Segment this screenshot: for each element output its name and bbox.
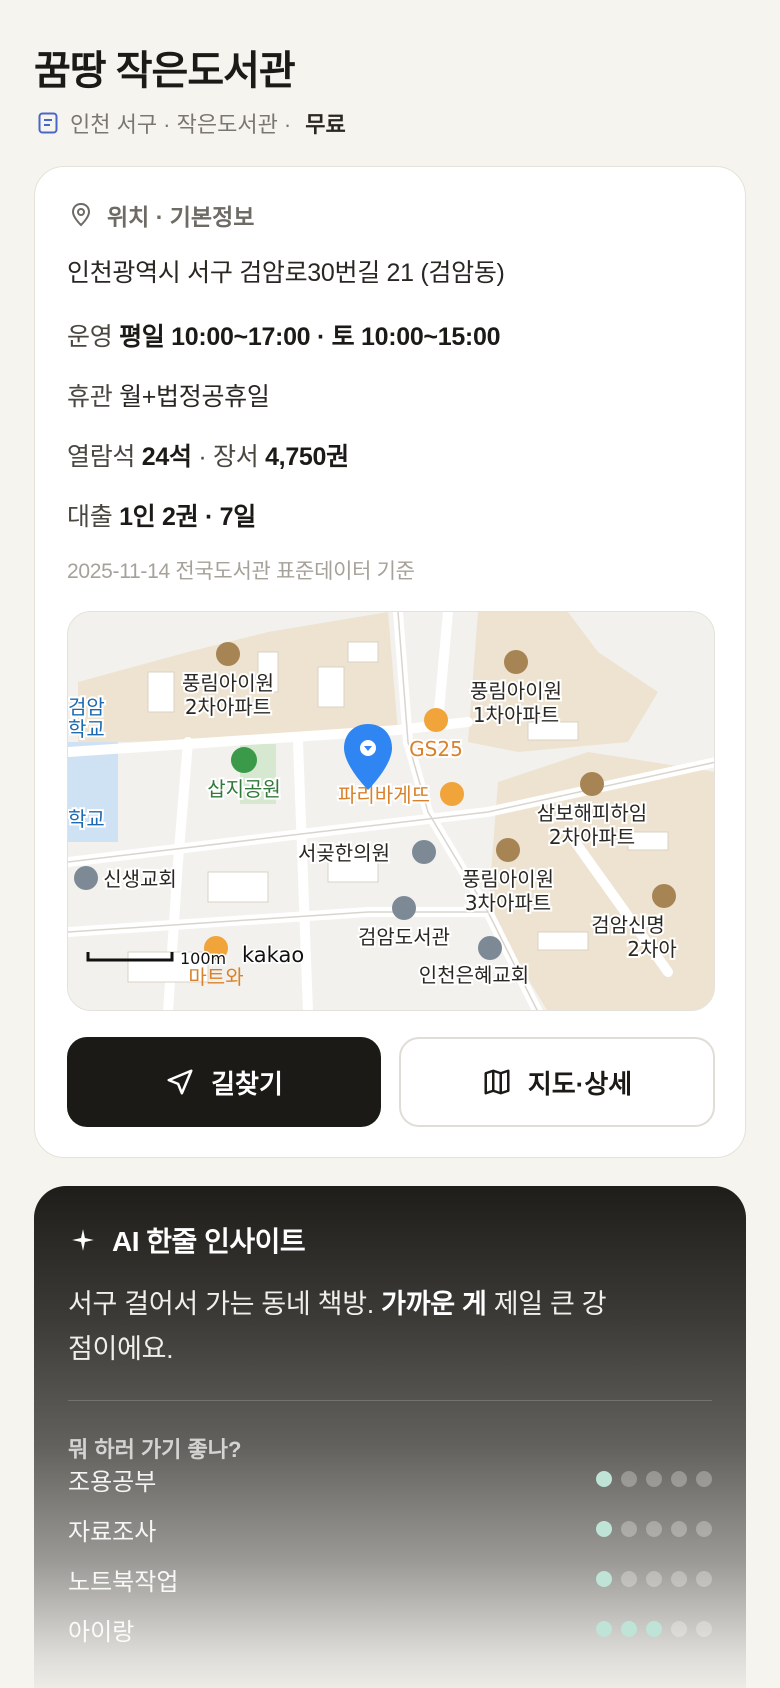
document-icon <box>38 112 58 134</box>
library-meta: 인천 서구 · 작은도서관 · 무료 <box>36 108 346 138</box>
map-detail-button[interactable]: 지도·상세 <box>399 1037 715 1127</box>
activity-name: 자료조사 <box>68 1518 157 1546</box>
data-source-date: 2025-11-14 전국도서관 표준데이터 기준 <box>67 560 415 583</box>
rating-dot-empty <box>696 1621 712 1637</box>
directions-label: 길찾기 <box>211 1068 283 1099</box>
svg-text:3차아파트: 3차아파트 <box>465 891 551 915</box>
loan-row: 대출 1인 2권 · 7일 <box>67 497 256 533</box>
divider <box>68 1400 712 1401</box>
sparkle-icon <box>72 1229 94 1251</box>
page-title: 꿈땅 작은도서관 <box>34 49 296 93</box>
ai-text-pre: 서구 걸어서 가는 동네 책방. <box>68 1289 374 1319</box>
svg-text:kakao: kakao <box>242 943 304 967</box>
rating-dot-empty <box>646 1571 662 1587</box>
rating-dot-filled <box>646 1621 662 1637</box>
map-label-apt1: 풍림아이원 <box>470 679 562 703</box>
activity-name: 노트북작업 <box>68 1568 179 1596</box>
activity-row: 자료조사 <box>68 1514 712 1546</box>
rating-dot-filled <box>596 1521 612 1537</box>
hours-row: 운영 평일 10:00~17:00 · 토 10:00~15:00 <box>67 317 500 353</box>
rating-dot-empty <box>671 1521 687 1537</box>
svg-text:100m: 100m <box>180 949 226 968</box>
svg-text:검암: 검암 <box>68 695 105 719</box>
ai-insight-text: 서구 걸어서 가는 동네 책방. 가까운 게 제일 큰 강점이에요. <box>68 1282 628 1372</box>
rating-dot-empty <box>696 1571 712 1587</box>
loan-label: 대출 <box>67 503 113 531</box>
svg-text:학교: 학교 <box>68 717 105 741</box>
loan-value: 1인 2권 · 7일 <box>119 503 256 531</box>
navigation-arrow-icon <box>167 1069 193 1095</box>
activity-name: 아이랑 <box>68 1618 135 1646</box>
svg-text:학교: 학교 <box>68 807 105 831</box>
svg-text:검암신명: 검암신명 <box>591 913 665 937</box>
fee-badge: 무료 <box>305 112 346 137</box>
hours-saturday: 토 10:00~15:00 <box>331 323 501 351</box>
svg-text:서곶한의원: 서곶한의원 <box>298 841 390 865</box>
rating-dot-empty <box>696 1471 712 1487</box>
closed-value: 월+법정공휴일 <box>119 383 270 411</box>
rating-dots <box>596 1621 712 1637</box>
location-pin-icon <box>71 202 91 227</box>
rating-dot-empty <box>671 1621 687 1637</box>
map-detail-label: 지도·상세 <box>527 1068 633 1099</box>
svg-text:삽지공원: 삽지공원 <box>207 777 281 801</box>
rating-dot-empty <box>646 1521 662 1537</box>
svg-text:2차아파트: 2차아파트 <box>185 695 271 719</box>
map-view[interactable]: 풍림아이원 2차아파트 풍림아이원 1차아파트 삼보해피하임 2차아파트 풍림아… <box>67 611 715 1011</box>
address: 인천광역시 서구 검암로30번길 21 (검암동) <box>67 259 505 287</box>
rating-dot-filled <box>596 1621 612 1637</box>
svg-text:풍림아이원: 풍림아이원 <box>462 867 554 891</box>
svg-text:마트와: 마트와 <box>188 965 243 989</box>
hours-weekday: 평일 10:00~17:00 <box>119 323 311 351</box>
svg-text:1차아파트: 1차아파트 <box>473 703 559 727</box>
svg-text:2차아: 2차아 <box>627 937 677 961</box>
rating-dots <box>596 1521 712 1537</box>
rating-dot-empty <box>671 1571 687 1587</box>
svg-text:삼보해피하임: 삼보해피하임 <box>537 801 647 825</box>
info-card: 위치 · 기본정보 인천광역시 서구 검암로30번길 21 (검암동) 운영 평… <box>34 166 746 1158</box>
svg-text:신생교회: 신생교회 <box>103 867 177 891</box>
rating-dot-empty <box>621 1471 637 1487</box>
activity-row: 조용공부 <box>68 1464 712 1496</box>
rating-dot-empty <box>671 1471 687 1487</box>
svg-text:인천은혜교회: 인천은혜교회 <box>419 963 529 987</box>
svg-text:GS25: GS25 <box>409 737 463 761</box>
section-title: 위치 · 기본정보 <box>107 204 255 230</box>
rating-dots <box>596 1571 712 1587</box>
svg-text:2차아파트: 2차아파트 <box>549 825 635 849</box>
seats-label: 열람석 <box>67 443 136 471</box>
seats-value: 24석 <box>141 443 192 471</box>
directions-button[interactable]: 길찾기 <box>67 1037 381 1127</box>
activity-question: 뭐 하러 가기 좋나? <box>68 1437 242 1462</box>
ai-text-bold: 가까운 게 <box>381 1289 487 1319</box>
rating-dots <box>596 1471 712 1487</box>
closed-row: 휴관 월+법정공휴일 <box>67 377 270 413</box>
closed-label: 휴관 <box>67 383 113 411</box>
rating-dot-filled <box>596 1471 612 1487</box>
books-label: · 장서 <box>198 443 259 471</box>
rating-dot-empty <box>621 1571 637 1587</box>
rating-dot-empty <box>646 1471 662 1487</box>
ai-title: AI 한줄 인사이트 <box>112 1226 306 1257</box>
rating-dot-filled <box>596 1571 612 1587</box>
ai-insight-card: AI 한줄 인사이트 서구 걸어서 가는 동네 책방. 가까운 게 제일 큰 강… <box>34 1186 746 1688</box>
map-label-apt2: 풍림아이원 <box>182 671 274 695</box>
books-value: 4,750권 <box>265 443 349 471</box>
activity-row: 노트북작업 <box>68 1564 712 1596</box>
svg-text:파리바게뜨: 파리바게뜨 <box>338 783 430 807</box>
section-header: 위치 · 기본정보 <box>69 199 254 231</box>
rating-dot-empty <box>621 1521 637 1537</box>
rating-dot-filled <box>621 1621 637 1637</box>
hours-sep: · <box>316 323 325 351</box>
activity-row: 아이랑 <box>68 1614 712 1646</box>
ai-header: AI 한줄 인사이트 <box>70 1220 306 1260</box>
map-icon <box>484 1069 510 1095</box>
seats-row: 열람석 24석 · 장서 4,750권 <box>67 437 349 473</box>
meta-text: 인천 서구 · 작은도서관 · <box>70 112 292 137</box>
svg-text:검암도서관: 검암도서관 <box>358 925 450 949</box>
activity-name: 조용공부 <box>68 1468 157 1496</box>
hours-label: 운영 <box>67 323 113 351</box>
rating-dot-empty <box>696 1521 712 1537</box>
